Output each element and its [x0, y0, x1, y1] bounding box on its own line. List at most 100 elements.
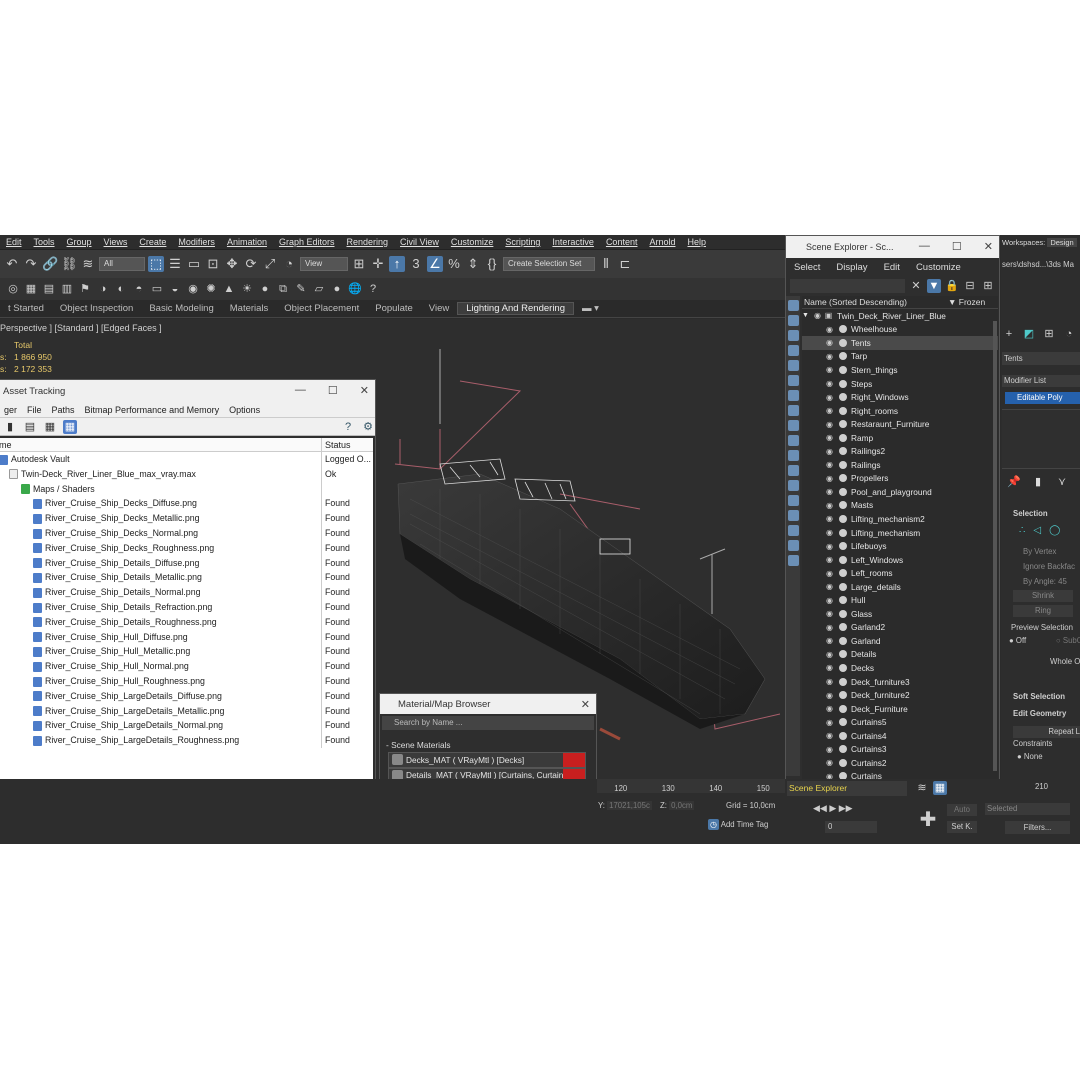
scene-item-right-windows[interactable]: ◉ Right_Windows — [802, 390, 998, 404]
modify-tab-icon[interactable]: ◩ — [1022, 327, 1036, 341]
eye-icon[interactable]: ◉ — [824, 569, 835, 578]
close-icon[interactable]: ✕ — [360, 384, 369, 397]
make-unique-icon[interactable]: ⋎ — [1055, 475, 1069, 489]
asset-menu-bitmap-performance-and-memory[interactable]: Bitmap Performance and Memory — [80, 405, 225, 415]
add-time-tag[interactable]: Add Time Tag — [721, 820, 769, 829]
time-tag-icon[interactable]: ◷ — [708, 819, 719, 830]
window-crossing-icon[interactable]: ⊡ — [205, 256, 221, 272]
reference-coord-dropdown[interactable]: View — [300, 257, 348, 271]
preview-subobj-radio[interactable]: SubO — [1063, 636, 1080, 645]
scene-item-masts[interactable]: ◉ Masts — [802, 499, 998, 513]
ring-button[interactable]: Ring — [1013, 605, 1073, 617]
scene-menu-display[interactable]: Display — [828, 262, 875, 273]
layer-icon[interactable]: ◎ — [6, 282, 20, 296]
eye-icon[interactable]: ◉ — [824, 433, 835, 442]
eye-icon[interactable]: ◉ — [824, 514, 835, 523]
scene-item-deck-furniture3[interactable]: ◉ Deck_furniture3 — [802, 675, 998, 689]
table-row[interactable]: Maps / Shaders — [0, 481, 373, 497]
editable-poly-item[interactable]: Editable Poly — [1005, 392, 1080, 404]
scene-item-wheelhouse[interactable]: ◉ Wheelhouse — [802, 323, 998, 337]
col-name[interactable]: me — [0, 438, 322, 451]
table-row[interactable]: River_Cruise_Ship_Details_Normal.png Foun… — [0, 585, 373, 600]
hierarchy-tab-icon[interactable]: ⊞ — [1042, 327, 1056, 341]
scene-item-tents[interactable]: ◉ Tents — [802, 336, 998, 350]
eye-icon[interactable]: ◉ — [824, 677, 835, 686]
table-row[interactable]: River_Cruise_Ship_LargeDetails_Diffuse.p… — [0, 688, 373, 704]
scene-menu-edit[interactable]: Edit — [876, 262, 908, 273]
table-row[interactable]: River_Cruise_Ship_Details_Roughness.png F… — [0, 614, 373, 630]
scene-item-deck-furniture2[interactable]: ◉ Deck_furniture2 — [802, 688, 998, 702]
link-icon[interactable]: 🔗 — [42, 256, 58, 272]
key-filter-dropdown[interactable]: Selected — [985, 803, 1070, 815]
scene-item-curtains3[interactable]: ◉ Curtains3 — [802, 743, 998, 757]
named-selection-dropdown[interactable]: Create Selection Set — [503, 257, 595, 271]
eye-icon[interactable]: ◉ — [824, 745, 835, 754]
scene-item-left-rooms[interactable]: ◉ Left_rooms — [802, 566, 998, 580]
menu-content[interactable]: Content — [600, 237, 644, 247]
material-editor-icon[interactable]: ◑ — [96, 282, 110, 296]
current-frame-field[interactable]: 0 — [825, 821, 877, 833]
select-by-name-icon[interactable]: ☰ — [167, 256, 183, 272]
eye-icon[interactable]: ◉ — [824, 325, 835, 334]
unlink-icon[interactable]: ⛓ — [61, 256, 78, 272]
by-vertex-checkbox[interactable]: By Vertex — [1023, 547, 1056, 556]
curve-editor-icon[interactable]: ▥ — [60, 282, 74, 296]
ribbon-tab-populate[interactable]: Populate — [367, 303, 421, 314]
menu-graph-editors[interactable]: Graph Editors — [273, 237, 341, 247]
eye-icon[interactable]: ◉ — [824, 758, 835, 767]
table-row[interactable]: Autodesk Vault Logged O... — [0, 452, 373, 467]
filter-icon[interactable]: ▼ — [927, 279, 941, 293]
menu-create[interactable]: Create — [133, 237, 172, 247]
scene-item-deck-furniture[interactable]: ◉ Deck_Furniture — [802, 702, 998, 716]
ignore-backfacing-checkbox[interactable]: Ignore Backfac — [1023, 562, 1075, 571]
pivot-icon[interactable]: ⊞ — [351, 256, 367, 272]
schematic-view-icon[interactable]: ⚑ — [78, 282, 92, 296]
scene-item-right-rooms[interactable]: ◉ Right_rooms — [802, 404, 998, 418]
tree-view-icon[interactable]: ▦ — [43, 420, 57, 434]
vertex-icon[interactable]: ∴ — [1019, 525, 1025, 536]
ribbon-tab-object-inspection[interactable]: Object Inspection — [52, 303, 141, 314]
rotate-icon[interactable]: ⟳ — [243, 256, 259, 272]
eye-icon[interactable]: ◉ — [824, 379, 835, 388]
scene-item-large-details[interactable]: ◉ Large_details — [802, 580, 998, 594]
material-search-input[interactable]: Search by Name ... — [382, 716, 594, 730]
scene-materials-section[interactable]: - Scene Materials — [380, 738, 596, 752]
table-row[interactable]: River_Cruise_Ship_Decks_Diffuse.png Found — [0, 496, 373, 512]
ribbon-tab-basic-modeling[interactable]: Basic Modeling — [141, 303, 221, 314]
sphere-light-icon[interactable]: ◒ — [168, 282, 182, 296]
ambient-light-icon[interactable]: ● — [258, 282, 272, 296]
list-view-icon[interactable]: ▮ — [3, 420, 17, 434]
ribbon-tab-object-placement[interactable]: Object Placement — [276, 303, 367, 314]
eye-icon[interactable]: ◉ — [824, 636, 835, 645]
rect-selection-icon[interactable]: ▭ — [186, 256, 202, 272]
close-icon[interactable]: ✕ — [984, 240, 993, 253]
scene-item-curtains5[interactable]: ◉ Curtains5 — [802, 715, 998, 729]
asset-menu-options[interactable]: Options — [224, 405, 265, 415]
eye-icon[interactable]: ◉ — [824, 555, 835, 564]
col-status[interactable]: Status — [322, 438, 351, 451]
scene-item-railings[interactable]: ◉ Railings — [802, 458, 998, 472]
eye-icon[interactable]: ◉ — [824, 528, 835, 537]
edit-geometry-rollout[interactable]: Edit Geometry — [1013, 709, 1066, 718]
scene-filter-bar[interactable] — [786, 296, 800, 776]
menu-rendering[interactable]: Rendering — [341, 237, 395, 247]
eye-icon[interactable]: ◉ — [824, 718, 835, 727]
material-browser-titlebar[interactable]: Material/Map Browser ✕ — [380, 694, 596, 714]
place-icon[interactable]: ◔ — [281, 256, 297, 272]
timeline[interactable]: 120 130 140 150 — [597, 779, 787, 793]
repeat-last-button[interactable]: Repeat L — [1013, 726, 1080, 738]
scene-explorer-selector[interactable]: Scene Explorer — [787, 781, 907, 796]
scene-item-curtains4[interactable]: ◉ Curtains4 — [802, 729, 998, 743]
scene-item-ramp[interactable]: ◉ Ramp — [802, 431, 998, 445]
scene-vscroll[interactable] — [993, 321, 997, 771]
menu-scripting[interactable]: Scripting — [499, 237, 546, 247]
scene-item-tarp[interactable]: ◉ Tarp — [802, 350, 998, 364]
scale-icon[interactable]: ⤢ — [262, 256, 278, 272]
eye-icon[interactable]: ◉ — [824, 596, 835, 605]
set-key-button[interactable]: Set K. — [947, 821, 977, 833]
show-end-result-icon[interactable]: ▮ — [1031, 475, 1045, 489]
create-tab-icon[interactable]: + — [1002, 327, 1016, 341]
eye-icon[interactable]: ◉ — [824, 406, 835, 415]
set-key-icon[interactable]: ✚ — [915, 807, 941, 833]
spot-light-icon[interactable]: ▲ — [222, 282, 236, 296]
